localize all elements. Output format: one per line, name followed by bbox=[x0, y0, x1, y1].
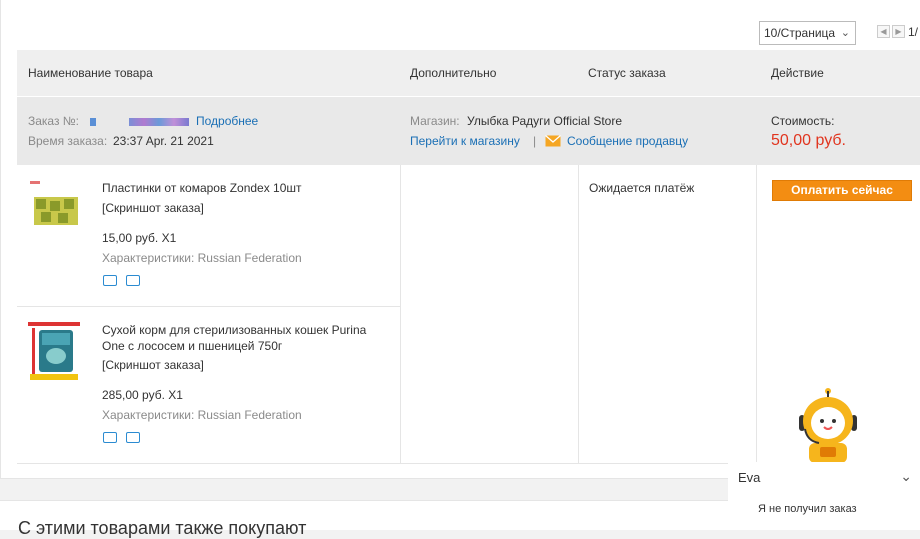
chat-widget[interactable]: Eva ⌄ Я не получил заказ bbox=[728, 462, 920, 529]
order-snapshot-link[interactable]: [Скриншот заказа] bbox=[102, 201, 204, 215]
per-page-select[interactable]: 10/Страница ⌄ bbox=[759, 21, 856, 45]
next-page-icon[interactable]: ▶ bbox=[892, 25, 905, 38]
message-seller-link[interactable]: Сообщение продавцу bbox=[567, 134, 688, 148]
store-name[interactable]: Улыбка Радуги Official Store bbox=[467, 114, 622, 128]
header-order-status: Статус заказа bbox=[588, 66, 666, 80]
product-image[interactable] bbox=[28, 322, 80, 382]
page-indicator: 1/ bbox=[908, 25, 919, 39]
delivery-truck-icon[interactable] bbox=[103, 432, 117, 443]
chevron-down-icon: ⌄ bbox=[840, 27, 850, 39]
cost-value: 50,00 руб. bbox=[771, 132, 846, 149]
link-separator: | bbox=[533, 134, 537, 148]
order-snapshot-link[interactable]: [Скриншот заказа] bbox=[102, 358, 204, 372]
column-divider bbox=[756, 165, 757, 463]
orders-card: 10/Страница ⌄ ◀ ▶ 1/ Наименование товара… bbox=[0, 0, 920, 479]
pay-now-button[interactable]: Оплатить сейчас bbox=[772, 180, 912, 201]
product-bottom-border bbox=[17, 463, 757, 464]
go-to-store-link[interactable]: Перейти к магазину bbox=[410, 134, 520, 148]
header-product-name: Наименование товара bbox=[28, 66, 153, 80]
table-header: Наименование товара Дополнительно Статус… bbox=[17, 50, 920, 96]
return-icon[interactable] bbox=[126, 432, 140, 443]
order-details-link[interactable]: Подробнее bbox=[196, 114, 258, 128]
delivery-truck-icon[interactable] bbox=[103, 275, 117, 286]
cost-label: Стоимость: bbox=[771, 114, 835, 128]
return-icon[interactable] bbox=[126, 275, 140, 286]
chevron-down-icon[interactable]: ⌄ bbox=[900, 468, 912, 485]
product-price: 285,00 руб. X1 bbox=[102, 388, 183, 402]
order-time-value: 23:37 Apr. 21 2021 bbox=[113, 134, 214, 148]
chat-assistant-name: Eva bbox=[738, 470, 761, 485]
order-number-label: Заказ №: bbox=[28, 114, 80, 128]
product-image[interactable] bbox=[28, 180, 80, 238]
prev-page-icon[interactable]: ◀ bbox=[877, 25, 890, 38]
per-page-value: 10/Страница bbox=[764, 26, 836, 40]
product-characteristics: Характеристики: Russian Federation bbox=[102, 408, 302, 422]
product-characteristics: Характеристики: Russian Federation bbox=[102, 251, 302, 265]
order-summary-row: Заказ №: Подробнее Время заказа: 23:37 A… bbox=[17, 96, 920, 165]
order-number-redacted bbox=[90, 114, 189, 128]
chat-suggested-message[interactable]: Я не получил заказ bbox=[758, 503, 857, 515]
store-label: Магазин: bbox=[410, 114, 460, 128]
product-price: 15,00 руб. X1 bbox=[102, 231, 177, 245]
column-divider bbox=[400, 165, 401, 463]
order-status: Ожидается платёж bbox=[589, 181, 695, 195]
header-additional: Дополнительно bbox=[410, 66, 497, 80]
product-title-line2[interactable]: One с лососем и пшеницей 750г bbox=[102, 339, 282, 353]
envelope-icon[interactable] bbox=[545, 135, 561, 150]
header-action: Действие bbox=[771, 66, 824, 80]
product-title[interactable]: Пластинки от комаров Zondex 10шт bbox=[102, 181, 302, 195]
product-divider bbox=[17, 306, 400, 307]
robot-assistant-icon[interactable] bbox=[797, 385, 859, 463]
column-divider bbox=[578, 165, 579, 463]
product-title[interactable]: Сухой корм для стерилизованных кошек Pur… bbox=[102, 323, 366, 337]
order-time-label: Время заказа: bbox=[28, 134, 108, 148]
